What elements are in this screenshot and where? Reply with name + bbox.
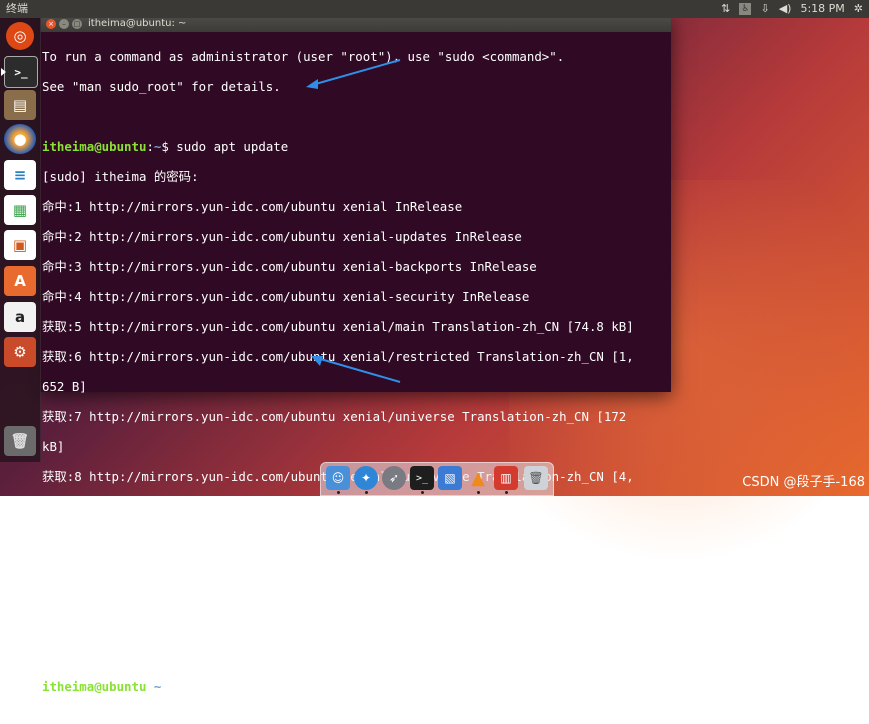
- keyboard-layout-icon[interactable]: ⇩: [760, 0, 769, 18]
- terminal-launcher-icon[interactable]: >_: [1, 56, 38, 88]
- command-text: sudo apt update: [176, 139, 289, 154]
- top-panel: 终端 ⇅ ♿ ⇩ ◀) 5:18 PM ✲: [0, 0, 869, 18]
- terminal-line: [sudo] itheima 的密码:: [42, 169, 199, 184]
- maximize-icon[interactable]: □: [72, 19, 82, 29]
- firefox-icon[interactable]: ●: [4, 124, 36, 154]
- terminal-line: 命中:3 http://mirrors.yun-idc.com/ubuntu x…: [42, 259, 537, 274]
- libreoffice-impress-icon[interactable]: ▣: [4, 230, 36, 260]
- amazon-icon[interactable]: a: [4, 302, 36, 332]
- finder-icon[interactable]: ☺: [326, 466, 350, 490]
- launchpad-icon[interactable]: ➶: [382, 466, 406, 490]
- ubuntu-dash-icon[interactable]: ◎: [6, 22, 34, 50]
- volume-icon[interactable]: ◀): [779, 0, 792, 18]
- system-settings-icon[interactable]: ⚙: [4, 337, 36, 367]
- prompt-sep: :: [146, 679, 154, 694]
- command-text: sudo apt upgrade: [176, 679, 296, 694]
- prompt-sym: $: [161, 139, 177, 154]
- libreoffice-calc-icon[interactable]: ▦: [4, 195, 36, 225]
- files-icon[interactable]: ▤: [4, 90, 36, 120]
- terminal-line: 正在读取状态信息... 完成: [42, 619, 196, 634]
- trash-icon[interactable]: 🗑: [4, 426, 36, 456]
- command-line-upgrade: itheima@ubuntu:~$ sudo apt upgrade: [42, 679, 671, 694]
- terminal-line: kB]: [42, 439, 65, 454]
- close-icon[interactable]: ×: [46, 19, 56, 29]
- running-indicator: [337, 491, 340, 494]
- terminal-line: 正在分析软件包的依赖关系树: [42, 589, 204, 604]
- accessibility-icon[interactable]: ♿: [739, 3, 752, 15]
- parallels-icon[interactable]: ▥: [494, 466, 518, 490]
- terminal-line: 已下载 253 kB, 耗时 0秒 (468 kB/s): [42, 529, 281, 544]
- trash-icon[interactable]: 🗑: [524, 466, 548, 490]
- annotation-arrow-upgrade-icon: [311, 356, 401, 383]
- running-indicator: [477, 491, 480, 494]
- prompt-sym: $: [161, 679, 177, 694]
- settings-gear-icon[interactable]: ✲: [854, 0, 863, 18]
- window-titlebar[interactable]: × – □ itheima@ubuntu: ~: [40, 16, 671, 32]
- window-title: itheima@ubuntu: ~: [88, 18, 187, 29]
- terminal-line: 984 B]: [42, 499, 87, 514]
- vlc-icon[interactable]: ▲: [466, 466, 490, 490]
- clock[interactable]: 5:18 PM: [800, 0, 844, 18]
- prompt-path: ~: [153, 679, 162, 694]
- network-arrows-icon[interactable]: ⇅: [721, 0, 730, 18]
- terminal-line: 命中:2 http://mirrors.yun-idc.com/ubuntu x…: [42, 229, 522, 244]
- terminal-line: 正在读取软件包列表... 完成: [42, 559, 209, 574]
- prompt-user: itheima@ubuntu: [42, 139, 147, 154]
- running-indicator: [505, 491, 508, 494]
- prompt-user: itheima@ubuntu: [42, 679, 147, 694]
- prompt-sep: :: [146, 139, 154, 154]
- preview-icon[interactable]: ▧: [438, 466, 462, 490]
- software-center-icon[interactable]: A: [4, 266, 36, 296]
- terminal-line: 命中:1 http://mirrors.yun-idc.com/ubuntu x…: [42, 199, 463, 214]
- terminal-icon[interactable]: >_: [410, 466, 434, 490]
- libreoffice-writer-icon[interactable]: ≡: [4, 160, 36, 190]
- terminal-line: 获取:7 http://mirrors.yun-idc.com/ubuntu x…: [42, 409, 627, 424]
- active-app-title: 终端: [6, 2, 28, 15]
- minimize-icon[interactable]: –: [59, 19, 69, 29]
- terminal-line: 命中:4 http://mirrors.yun-idc.com/ubuntu x…: [42, 289, 530, 304]
- terminal-line: 有 2 个软件包可以升级。请执行 ‘apt list --upgradable’…: [42, 649, 487, 664]
- command-line-update: itheima@ubuntu:~$ sudo apt update: [42, 139, 671, 154]
- safari-icon[interactable]: ✦: [354, 466, 378, 490]
- running-indicator: [365, 491, 368, 494]
- watermark: CSDN @段子手-168: [742, 475, 865, 490]
- running-indicator: [421, 491, 424, 494]
- mac-dock: ☺ ✦ ➶ >_ ▧ ▲ ▥ 🗑: [320, 462, 554, 496]
- annotation-arrow-update-icon: [306, 59, 401, 89]
- unity-launcher: ◎ >_ ▤ ● ≡ ▦ ▣ A a ⚙ 🗑: [0, 18, 41, 462]
- system-tray: ⇅ ♿ ⇩ ◀) 5:18 PM ✲: [721, 0, 863, 18]
- terminal-line: 获取:5 http://mirrors.yun-idc.com/ubuntu x…: [42, 319, 634, 334]
